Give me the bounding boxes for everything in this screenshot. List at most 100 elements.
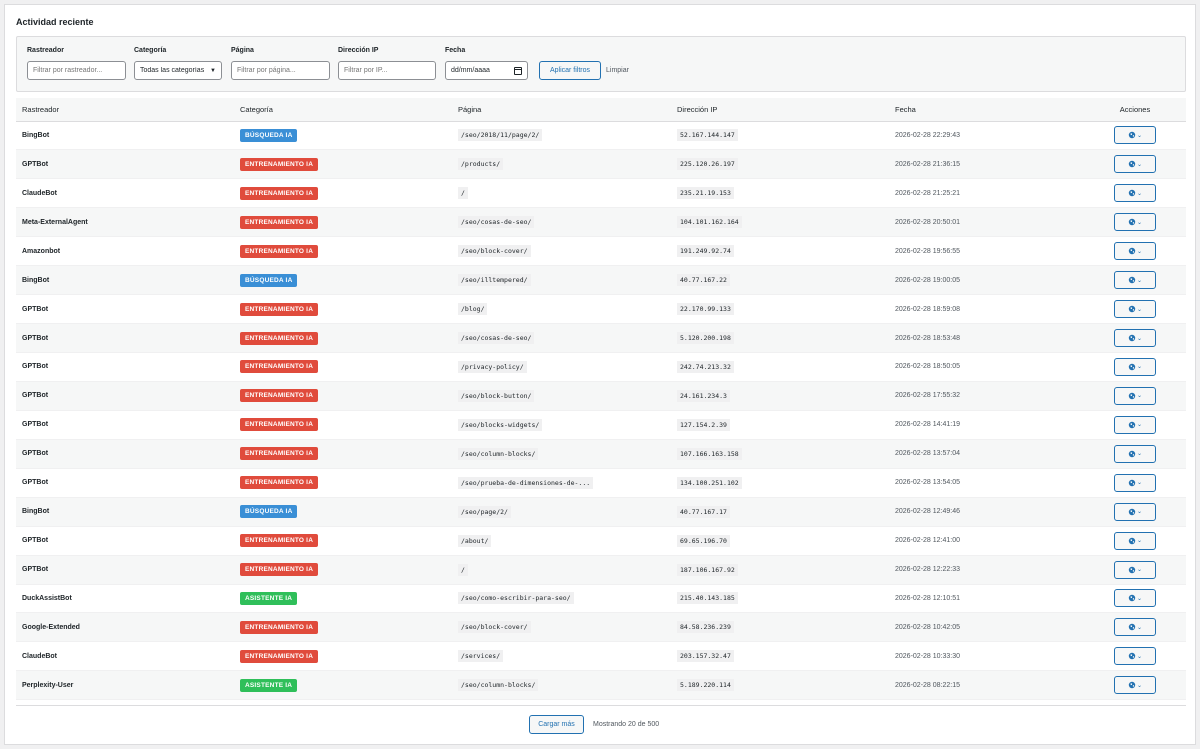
filter-crawler-input[interactable]: Filtrar por rastreador... [27, 61, 126, 80]
row-actions-button[interactable]: ⌄ [1114, 415, 1156, 434]
globe-icon [1128, 652, 1136, 660]
cell-actions: ⌄ [1084, 207, 1186, 238]
cell-crawler: BingBot [16, 121, 234, 151]
column-header-category[interactable]: Categoría [234, 98, 452, 122]
column-header-ip[interactable]: Dirección IP [671, 98, 889, 122]
results-count: Mostrando 20 de 500 [593, 721, 660, 728]
row-actions-button[interactable]: ⌄ [1114, 271, 1156, 290]
cell-crawler: Google-Extended [16, 612, 234, 643]
cell-ip: 104.101.162.164 [671, 207, 889, 238]
filter-date-placeholder: dd/mm/aaaa [451, 67, 490, 74]
column-header-page[interactable]: Página [452, 98, 671, 122]
cell-page: /seo/cosas-de-seo/ [452, 323, 671, 353]
column-header-actions: Acciones [1084, 98, 1186, 122]
table-row: GPTBot ENTRENAMIENTO IA/products/225.120.… [16, 149, 1186, 180]
row-actions-button[interactable]: ⌄ [1114, 647, 1156, 666]
cell-page: /seo/illtempered/ [452, 265, 671, 296]
cell-actions: ⌄ [1084, 236, 1186, 267]
ip-address: 40.77.167.17 [677, 505, 730, 518]
cell-date: 2026-02-28 21:36:15 [889, 149, 1084, 180]
cell-actions: ⌄ [1084, 468, 1186, 498]
row-actions-button[interactable]: ⌄ [1114, 386, 1156, 405]
category-badge: ENTRENAMIENTO IA [240, 244, 319, 258]
row-actions-button[interactable]: ⌄ [1114, 618, 1156, 637]
row-actions-button[interactable]: ⌄ [1114, 531, 1156, 550]
column-header-crawler[interactable]: Rastreador [16, 98, 234, 122]
row-actions-button[interactable]: ⌄ [1114, 444, 1156, 463]
ip-address: 134.100.251.102 [677, 476, 742, 489]
calendar-icon[interactable] [514, 66, 522, 75]
chevron-down-icon: ⌄ [1136, 161, 1143, 168]
category-badge: ENTRENAMIENTO IA [240, 620, 319, 634]
chevron-down-icon: ⌄ [1136, 248, 1143, 255]
cell-date: 2026-02-28 18:53:48 [889, 323, 1084, 353]
cell-category: ENTRENAMIENTO IA [234, 555, 452, 585]
row-actions-button[interactable]: ⌄ [1114, 184, 1156, 203]
category-badge: BÚSQUEDA IA [240, 128, 298, 142]
cell-category: ENTRENAMIENTO IA [234, 439, 452, 469]
row-actions-button[interactable]: ⌄ [1114, 357, 1156, 376]
row-actions-button[interactable]: ⌄ [1114, 589, 1156, 608]
globe-icon [1128, 218, 1136, 226]
ip-address: 40.77.167.22 [677, 274, 730, 287]
ip-address: 22.170.99.133 [677, 303, 734, 316]
cell-category: ENTRENAMIENTO IA [234, 352, 452, 382]
apply-filters-button[interactable]: Aplicar filtros [539, 61, 601, 80]
chevron-down-icon: ⌄ [1136, 277, 1143, 284]
cell-ip: 215.40.143.185 [671, 584, 889, 614]
load-more-button[interactable]: Cargar más [529, 715, 584, 734]
cell-date: 2026-02-28 20:50:01 [889, 207, 1084, 238]
table-row: GPTBot ENTRENAMIENTO IA/seo/column-blocks… [16, 439, 1186, 469]
ip-address: 52.167.144.147 [677, 129, 738, 142]
table-row: ClaudeBot ENTRENAMIENTO IA / 235.21.19.153 2… [16, 178, 1186, 209]
filter-category-select[interactable]: Todas las categorías ▼ [134, 61, 222, 80]
row-actions-button[interactable]: ⌄ [1114, 560, 1156, 579]
ip-address: 107.166.163.158 [677, 447, 742, 460]
row-actions-button[interactable]: ⌄ [1114, 329, 1156, 348]
cell-category: ENTRENAMIENTO IA [234, 178, 452, 209]
cell-page: / [452, 178, 671, 209]
ip-address: 24.161.234.3 [677, 389, 730, 402]
filter-crawler-group: Rastreador Filtrar por rastreador... [27, 47, 126, 80]
clear-filters-link[interactable]: Limpiar [606, 61, 629, 80]
row-actions-button[interactable]: ⌄ [1114, 502, 1156, 521]
globe-icon [1128, 131, 1136, 139]
filter-ip-input[interactable]: Filtrar por IP... [338, 61, 436, 80]
row-actions-button[interactable]: ⌄ [1114, 155, 1156, 174]
chevron-down-icon: ⌄ [1136, 393, 1143, 400]
table-row: GPTBot ENTRENAMIENTO IA/seo/block-button/… [16, 381, 1186, 411]
filter-date-input[interactable]: dd/mm/aaaa [445, 61, 528, 80]
cell-actions: ⌄ [1084, 121, 1186, 151]
globe-icon [1128, 623, 1136, 631]
chevron-down-icon: ⌄ [1136, 190, 1143, 197]
row-actions-button[interactable]: ⌄ [1114, 126, 1156, 145]
cell-category: BÚSQUEDA IA [234, 497, 452, 527]
cell-actions: ⌄ [1084, 555, 1186, 585]
cell-page: /privacy-policy/ [452, 352, 671, 382]
row-actions-button[interactable]: ⌄ [1114, 676, 1156, 695]
row-actions-button[interactable]: ⌄ [1114, 213, 1156, 232]
cell-page: /seo/column-blocks/ [452, 439, 671, 469]
column-header-date[interactable]: Fecha [889, 98, 1084, 122]
cell-ip: 5.189.220.114 [671, 670, 889, 701]
cell-ip: 134.100.251.102 [671, 468, 889, 498]
chevron-down-icon: ⌄ [1136, 132, 1143, 139]
filter-page-input[interactable]: Filtrar por página... [231, 61, 330, 80]
chevron-down-icon: ⌄ [1136, 219, 1143, 226]
cell-date: 2026-02-28 18:59:08 [889, 294, 1084, 325]
cell-category: ENTRENAMIENTO IA [234, 410, 452, 440]
cell-ip: 69.65.196.70 [671, 526, 889, 556]
globe-icon [1128, 421, 1136, 429]
category-badge: ENTRENAMIENTO IA [240, 186, 319, 200]
row-actions-button[interactable]: ⌄ [1114, 300, 1156, 319]
row-actions-button[interactable]: ⌄ [1114, 473, 1156, 492]
row-actions-button[interactable]: ⌄ [1114, 242, 1156, 261]
cell-page: /seo/block-button/ [452, 381, 671, 411]
cell-ip: 187.106.167.92 [671, 555, 889, 585]
chevron-down-icon: ⌄ [1136, 335, 1143, 342]
cell-actions: ⌄ [1084, 352, 1186, 382]
ip-address: 235.21.19.153 [677, 187, 734, 200]
page-path: /seo/2018/11/page/2/ [458, 129, 543, 142]
cell-page: /seo/2018/11/page/2/ [452, 121, 671, 151]
cell-ip: 242.74.213.32 [671, 352, 889, 382]
